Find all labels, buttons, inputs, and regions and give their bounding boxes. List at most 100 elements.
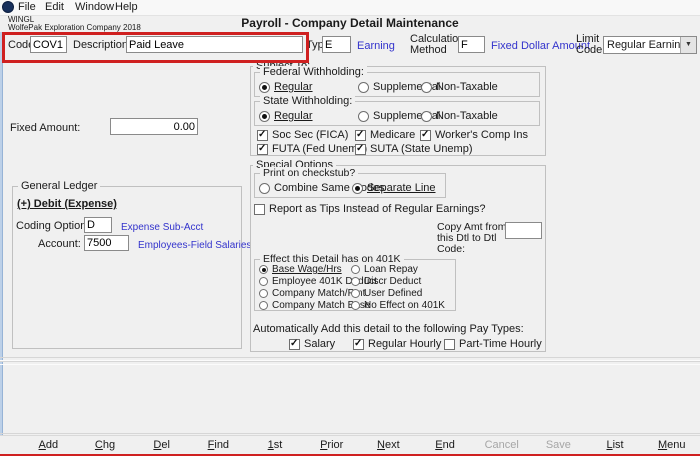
checkbox-suta-state-unemp[interactable]: SUTA (State Unemp) bbox=[355, 143, 473, 155]
radio-button-icon[interactable] bbox=[259, 183, 270, 194]
report-as-tips-label: Report as Tips Instead of Regular Earnin… bbox=[269, 203, 485, 215]
radio-button-icon[interactable] bbox=[351, 289, 360, 298]
checkbox-icon[interactable] bbox=[289, 339, 300, 350]
report-as-tips-checkbox[interactable]: Report as Tips Instead of Regular Earnin… bbox=[254, 203, 485, 215]
account-input[interactable] bbox=[84, 235, 129, 251]
action-list-button[interactable]: List bbox=[587, 436, 644, 454]
checkbox-icon[interactable] bbox=[355, 144, 366, 155]
radio-non-taxable[interactable]: Non-Taxable bbox=[421, 110, 498, 122]
tax-checkbox-row-1: Soc Sec (FICA) Medicare Worker's Comp Ins bbox=[257, 129, 543, 142]
checkbox-icon[interactable] bbox=[353, 339, 364, 350]
checkbox-futa-fed-unemp[interactable]: FUTA (Fed Unemp) bbox=[257, 143, 367, 155]
copy-amt-label: Copy Amt from this Dtl to Dtl Code: bbox=[437, 222, 509, 255]
radio-button-icon[interactable] bbox=[358, 111, 369, 122]
effect-401k-right-column: Loan RepayDiscr DeductUser DefinedNo Eff… bbox=[351, 264, 445, 312]
action-1st-button[interactable]: 1st bbox=[247, 436, 304, 454]
print-on-checkstub-options: Combine Same CodesSeparate Line bbox=[259, 182, 443, 195]
radio-label: No Effect on 401K bbox=[364, 300, 445, 311]
radio-regular[interactable]: Regular bbox=[259, 110, 313, 122]
radio-button-icon[interactable] bbox=[358, 82, 369, 93]
checkbox-icon[interactable] bbox=[254, 204, 265, 215]
radio-regular[interactable]: Regular bbox=[259, 81, 313, 93]
checkbox-medicare[interactable]: Medicare bbox=[355, 129, 415, 141]
action-menu-button[interactable]: Menu bbox=[643, 436, 700, 454]
print-on-checkstub-group: Print on checkstub? Combine Same CodesSe… bbox=[254, 173, 446, 198]
checkbox-icon[interactable] bbox=[420, 130, 431, 141]
action-next-button[interactable]: Next bbox=[360, 436, 417, 454]
page-title: Payroll - Company Detail Maintenance bbox=[0, 16, 700, 30]
checkbox-part-time-hourly[interactable]: Part-Time Hourly bbox=[444, 338, 542, 350]
coding-option-hint: Expense Sub-Acct bbox=[121, 221, 203, 234]
menu-window[interactable]: Window bbox=[75, 1, 114, 14]
tax-checkbox-row-2: FUTA (Fed Unemp)SUTA (State Unemp) bbox=[257, 143, 543, 156]
limit-code-select[interactable]: Regular Earnings ▼ bbox=[603, 36, 697, 54]
action-del-button[interactable]: Del bbox=[133, 436, 190, 454]
description-input[interactable] bbox=[126, 36, 303, 53]
checkbox-icon[interactable] bbox=[257, 130, 268, 141]
menu-file[interactable]: File bbox=[18, 1, 36, 14]
action-prior-button[interactable]: Prior bbox=[303, 436, 360, 454]
radio-label: Non-Taxable bbox=[436, 81, 498, 93]
radio-label: Discr Deduct bbox=[364, 276, 421, 287]
menu-edit[interactable]: Edit bbox=[45, 1, 64, 14]
coding-option-label: Coding Option: bbox=[16, 220, 89, 233]
radio-label: Separate Line bbox=[367, 182, 436, 194]
radio-button-icon[interactable] bbox=[352, 183, 363, 194]
radio-non-taxable[interactable]: Non-Taxable bbox=[421, 81, 498, 93]
radio-label: Non-Taxable bbox=[436, 110, 498, 122]
checkbox-salary[interactable]: Salary bbox=[289, 338, 335, 350]
subject-to-group: Subject To: Federal Withholding: Regular… bbox=[250, 66, 546, 156]
checkbox-label: Salary bbox=[304, 338, 335, 350]
special-options-group: Special Options Print on checkstub? Comb… bbox=[250, 165, 546, 352]
radio-button-icon[interactable] bbox=[351, 301, 360, 310]
radio-button-icon[interactable] bbox=[259, 265, 268, 274]
code-input[interactable] bbox=[30, 36, 67, 53]
radio-button-icon[interactable] bbox=[259, 289, 268, 298]
checkbox-worker-s-comp-ins[interactable]: Worker's Comp Ins bbox=[420, 129, 528, 141]
radio-button-icon[interactable] bbox=[259, 301, 268, 310]
calc-method-input[interactable] bbox=[458, 36, 485, 53]
radio-label: Base Wage/Hrs bbox=[272, 264, 342, 275]
chevron-down-icon[interactable]: ▼ bbox=[680, 37, 696, 53]
menu-help[interactable]: Help bbox=[115, 1, 138, 14]
radio-button-icon[interactable] bbox=[259, 277, 268, 286]
radio-button-icon[interactable] bbox=[421, 111, 432, 122]
radio-no-effect-on-401k[interactable]: No Effect on 401K bbox=[351, 300, 445, 311]
state-withholding-group: State Withholding: RegularSupplementalNo… bbox=[254, 101, 540, 126]
radio-user-defined[interactable]: User Defined bbox=[351, 288, 445, 299]
radio-label: Loan Repay bbox=[364, 264, 418, 275]
action-add-button[interactable]: Add bbox=[20, 436, 77, 454]
radio-button-icon[interactable] bbox=[259, 111, 270, 122]
type-hint-label: Earning bbox=[357, 40, 395, 53]
action-cancel-button: Cancel bbox=[473, 436, 530, 454]
checkbox-icon[interactable] bbox=[257, 144, 268, 155]
radio-button-icon[interactable] bbox=[421, 82, 432, 93]
debit-expense-heading: (+) Debit (Expense) bbox=[17, 198, 117, 210]
radio-button-icon[interactable] bbox=[351, 277, 360, 286]
coding-option-input[interactable] bbox=[84, 217, 112, 233]
radio-discr-deduct[interactable]: Discr Deduct bbox=[351, 276, 445, 287]
radio-button-icon[interactable] bbox=[259, 82, 270, 93]
radio-loan-repay[interactable]: Loan Repay bbox=[351, 264, 445, 275]
checkbox-icon[interactable] bbox=[444, 339, 455, 350]
action-chg-button[interactable]: Chg bbox=[77, 436, 134, 454]
checkbox-label: Regular Hourly bbox=[368, 338, 441, 350]
fixed-amount-input[interactable] bbox=[110, 118, 198, 135]
print-on-checkstub-legend: Print on checkstub? bbox=[260, 167, 358, 179]
action-find-button[interactable]: Find bbox=[190, 436, 247, 454]
payroll-detail-window: File Edit Window Help WINGL WolfePak Exp… bbox=[0, 0, 700, 456]
checkbox-soc-sec-fica[interactable]: Soc Sec (FICA) bbox=[257, 129, 348, 141]
copy-amt-input[interactable] bbox=[505, 222, 542, 239]
action-end-button[interactable]: End bbox=[417, 436, 474, 454]
type-input[interactable] bbox=[322, 36, 351, 53]
radio-button-icon[interactable] bbox=[351, 265, 360, 274]
app-logo-icon bbox=[2, 1, 14, 13]
window-left-border bbox=[0, 32, 3, 454]
radio-separate-line[interactable]: Separate Line bbox=[352, 182, 436, 194]
action-button-bar: AddChgDelFind1stPriorNextEndCancelSaveLi… bbox=[0, 435, 700, 454]
federal-withholding-group: Federal Withholding: RegularSupplemental… bbox=[254, 72, 540, 97]
checkbox-icon[interactable] bbox=[355, 130, 366, 141]
radio-label: Regular bbox=[274, 81, 313, 93]
checkbox-regular-hourly[interactable]: Regular Hourly bbox=[353, 338, 441, 350]
federal-withholding-options: RegularSupplementalNon-Taxable bbox=[259, 81, 537, 94]
